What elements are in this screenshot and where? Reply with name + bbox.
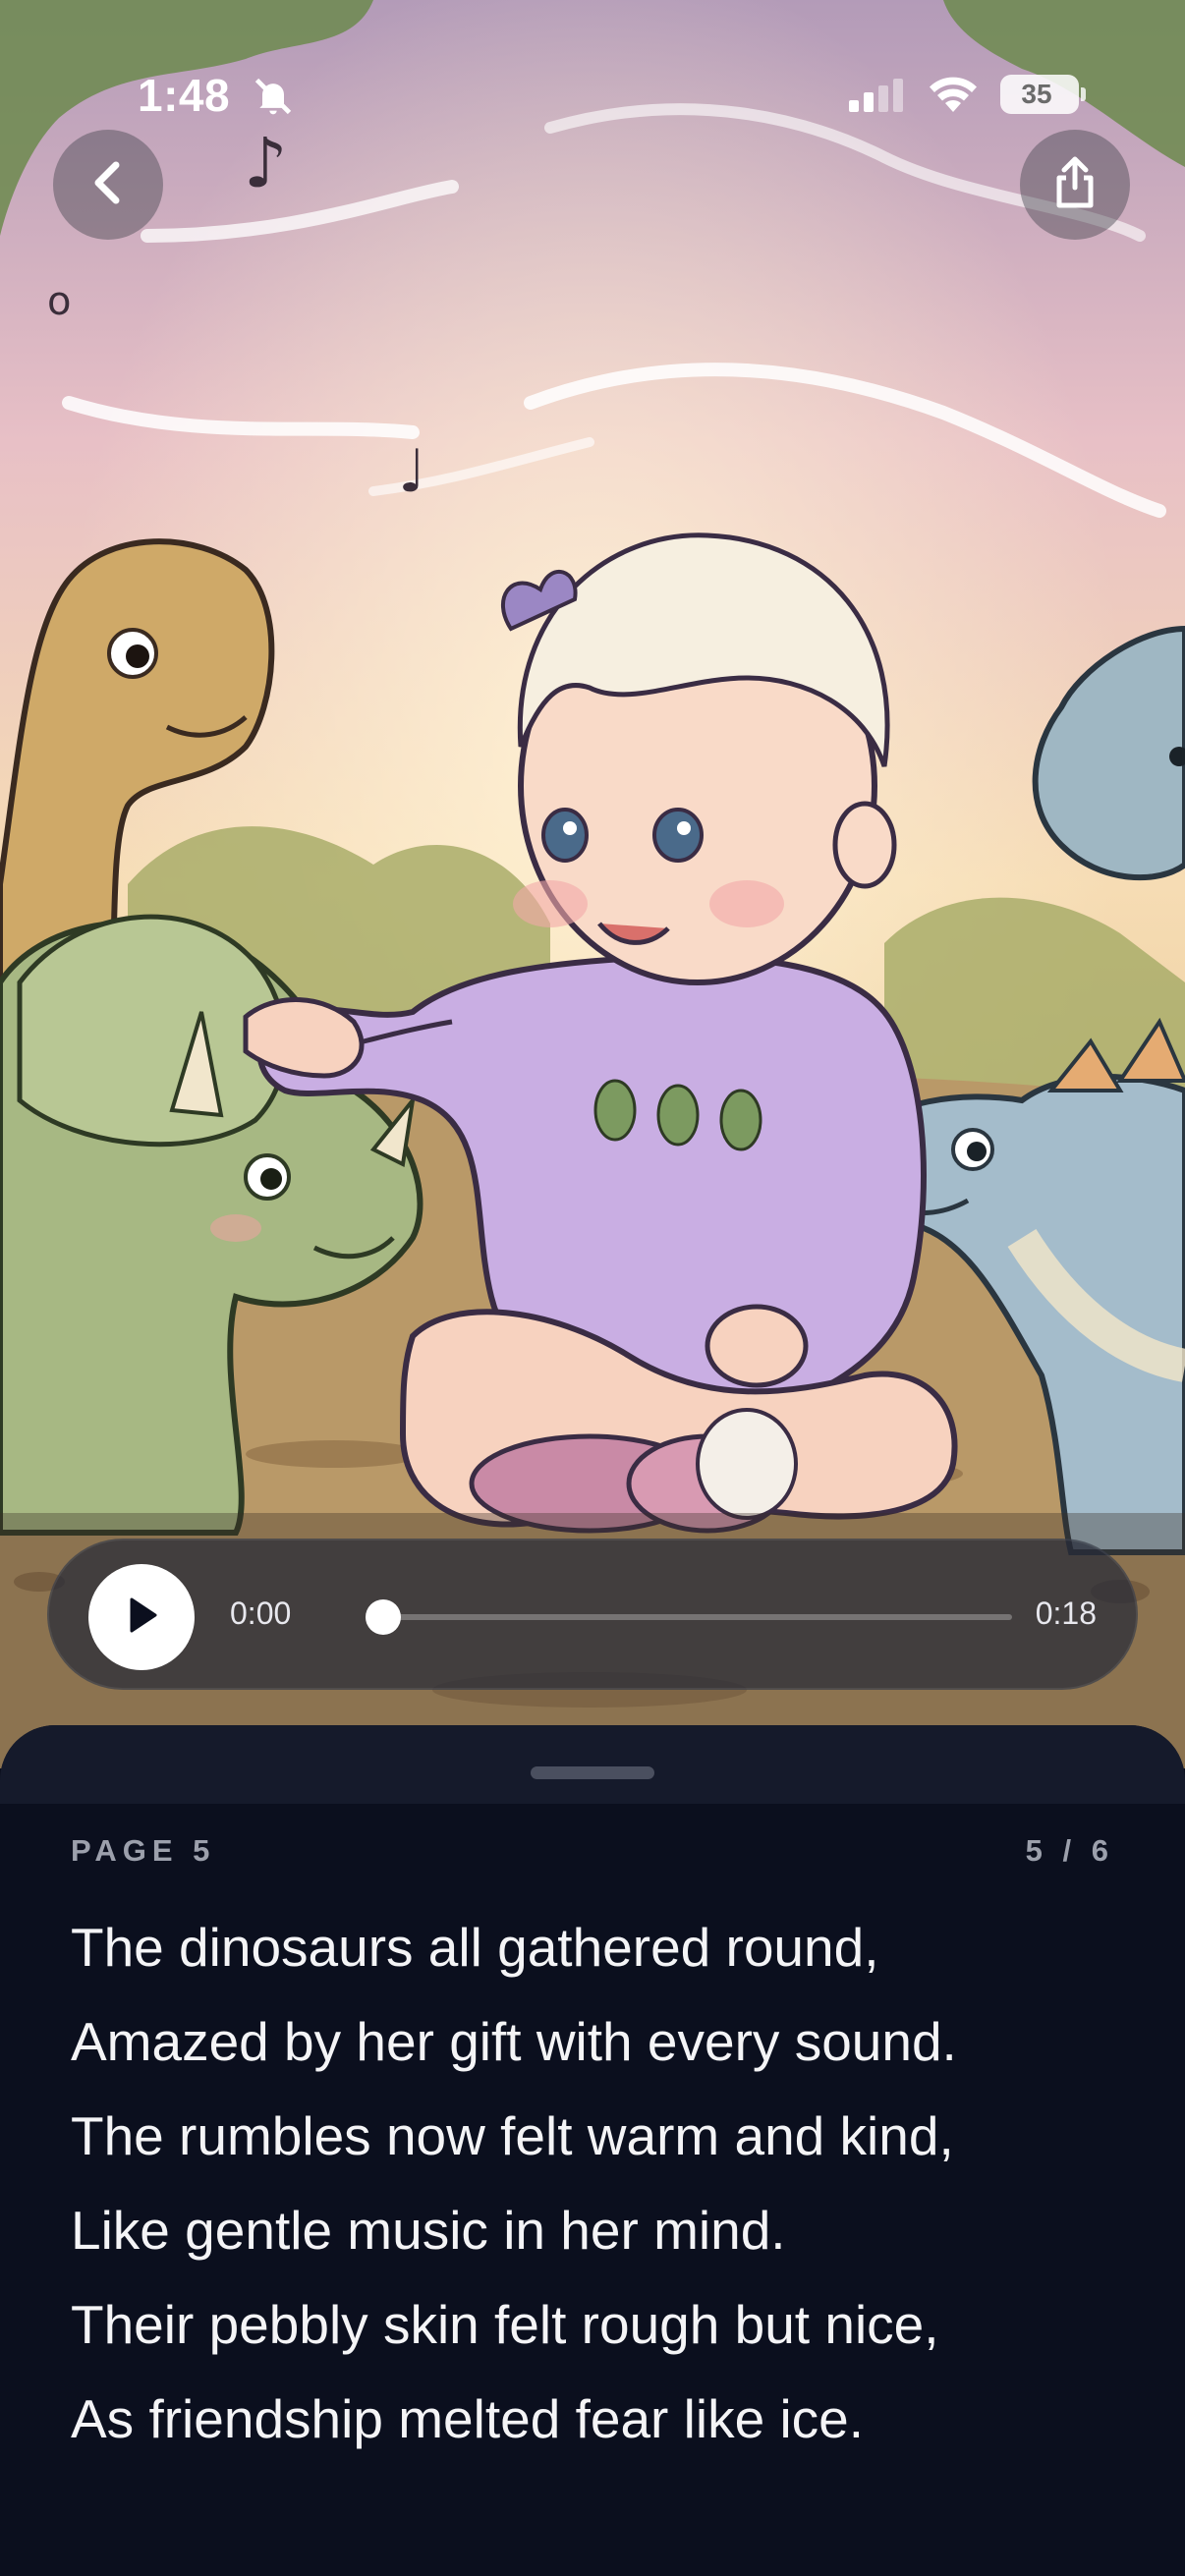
total-time: 0:18	[1035, 1596, 1097, 1631]
status-time: 1:48	[138, 70, 231, 121]
svg-text:o: o	[47, 279, 71, 324]
story-line: The dinosaurs all gathered round,	[71, 1917, 879, 1978]
battery-nub	[1081, 87, 1086, 101]
story-line: The rumbles now felt warm and kind,	[71, 2105, 954, 2166]
current-time: 0:00	[230, 1596, 292, 1631]
story-line: Like gentle music in her mind.	[71, 2200, 786, 2261]
share-button[interactable]	[1020, 130, 1130, 240]
wifi-icon	[928, 75, 979, 119]
page-label: PAGE 5	[71, 1833, 216, 1868]
seek-bar[interactable]	[366, 1599, 1012, 1635]
battery-icon: 35	[1000, 75, 1079, 114]
bell-off-icon	[252, 75, 295, 123]
svg-text:♩: ♩	[398, 437, 425, 506]
story-line: As friendship melted fear like ice.	[71, 2388, 865, 2449]
audio-player: 0:00 0:18	[47, 1539, 1138, 1690]
sheet-grabber[interactable]	[531, 1766, 654, 1779]
page-count: 5 / 6	[1025, 1833, 1114, 1868]
play-button[interactable]	[88, 1564, 195, 1670]
share-icon	[1051, 156, 1099, 214]
story-text-sheet: PAGE 5 5 / 6 The dinosaurs all gathered …	[0, 1725, 1185, 2576]
battery-level: 35	[1021, 79, 1052, 109]
seek-thumb[interactable]	[366, 1599, 401, 1635]
back-button[interactable]	[53, 130, 163, 240]
status-bar: 1:48 35	[0, 0, 1185, 196]
signal-icon	[849, 79, 908, 117]
story-line: Amazed by her gift with every sound.	[71, 2011, 957, 2072]
story-text: The dinosaurs all gathered round, Amazed…	[71, 1900, 1132, 2466]
story-line: Their pebbly skin felt rough but nice,	[71, 2294, 939, 2355]
play-icon	[122, 1594, 161, 1642]
story-illustration: ♪ ♩ o	[0, 0, 1185, 1768]
sheet-header	[0, 1725, 1185, 1804]
chevron-left-icon	[88, 159, 128, 211]
